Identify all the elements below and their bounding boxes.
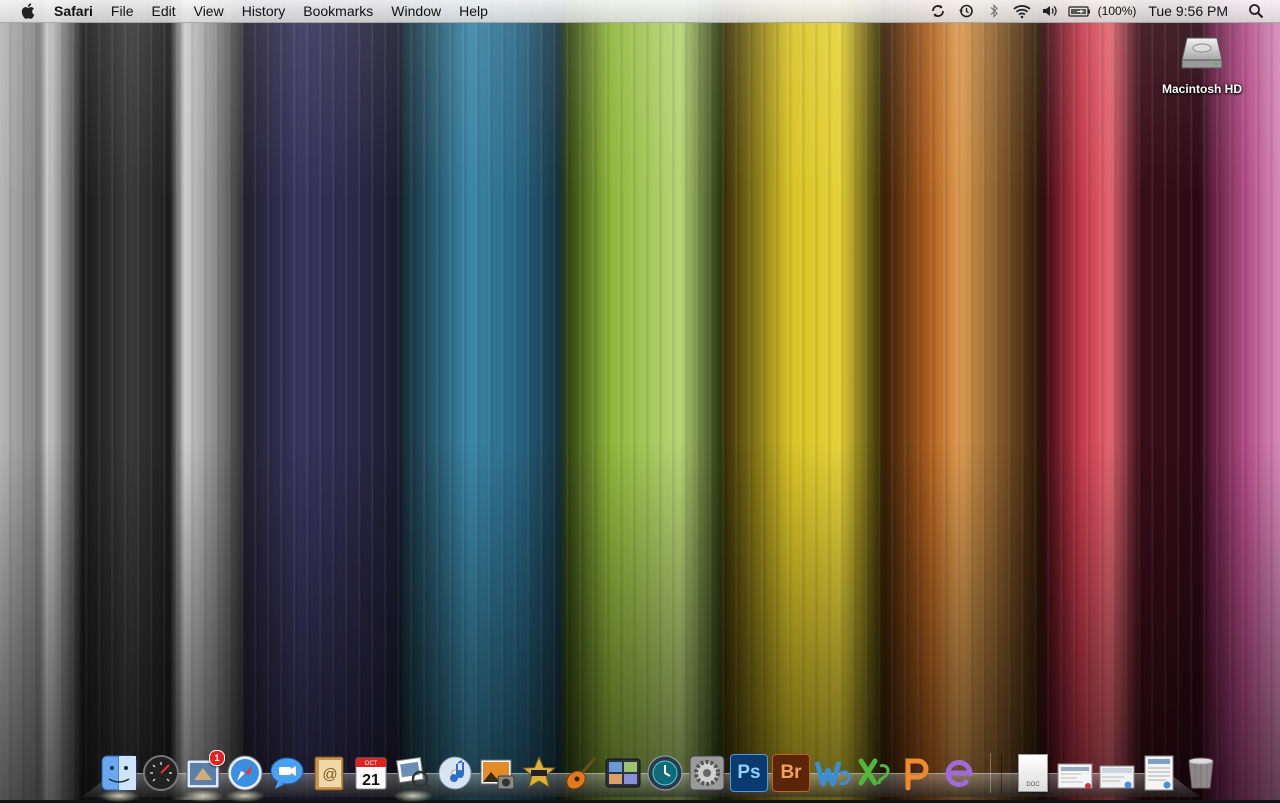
document-icon: DOC [1018,754,1048,792]
dashboard-icon [143,755,179,791]
dock-photoshop[interactable]: Ps [729,753,769,793]
wifi-icon[interactable] [1012,0,1032,22]
menu-edit[interactable]: Edit [142,0,184,22]
guitar-icon [566,757,597,790]
hard-drive-icon [1179,30,1225,76]
mail-unread-badge: 1 [209,750,225,766]
running-indicator [181,789,225,803]
word-w-icon [814,761,851,787]
running-indicator [97,789,141,803]
bluetooth-icon[interactable] [984,0,1004,22]
dock-stack-downloads[interactable] [1055,753,1095,793]
battery-percent: (100%) [1097,4,1137,18]
dock-ical[interactable]: OCT 21 [351,753,391,793]
dock-itunes[interactable] [435,753,475,793]
dock-imovie[interactable] [519,753,559,793]
downloads-stack-icon [1057,763,1093,789]
doc-label: DOC [1026,782,1040,788]
menu-window[interactable]: Window [382,0,450,22]
sync-icon[interactable] [928,0,948,22]
dock-stack-documents[interactable]: DOC [1013,753,1053,793]
iphoto-icon [480,759,515,790]
svg-text:@: @ [322,766,337,783]
menu-app-safari[interactable]: Safari [48,0,102,22]
battery-icon[interactable] [1068,0,1092,22]
desktop-icon-macintosh-hd[interactable]: Macintosh HD [1150,28,1254,96]
dock-excel[interactable] [855,753,895,793]
preview-icon [396,756,432,791]
dock-trash[interactable] [1181,753,1221,793]
itunes-icon [438,756,472,790]
menu-view[interactable]: View [185,0,233,22]
dock-safari[interactable] [223,753,267,803]
menu-bookmarks[interactable]: Bookmarks [294,0,382,22]
safari-compass-icon [227,755,263,791]
dock-spaces[interactable] [603,753,643,793]
menu-bar: Safari File Edit View History Bookmarks … [0,0,1280,23]
dock-system-preferences[interactable] [687,753,727,793]
calendar-day: 21 [362,772,380,789]
running-indicator [223,789,267,803]
dock-stack-applications[interactable] [1139,753,1179,793]
dock: 1 @ OCT 21 Ps Br DOC [97,745,1222,803]
dock-separator [990,753,1002,793]
dock-stack-pictures[interactable] [1097,753,1137,793]
apple-menu-icon[interactable] [18,0,40,22]
desktop-icon-label: Macintosh HD [1161,82,1242,96]
menu-help[interactable]: Help [450,0,497,22]
applications-stack-icon [1144,755,1174,791]
dock-entourage[interactable] [939,753,979,793]
address-book-icon: @ [314,756,344,791]
dock-finder[interactable] [97,753,141,803]
dock-preview[interactable] [391,753,435,803]
imovie-star-icon [521,755,557,789]
calendar-icon: OCT 21 [355,757,387,790]
bridge-icon: Br [772,754,810,792]
menu-file[interactable]: File [102,0,143,22]
dock-garageband[interactable] [561,753,601,793]
time-machine-icon[interactable] [956,0,976,22]
time-machine-clock-icon [647,755,683,791]
dock-address-book[interactable]: @ [309,753,349,793]
menu-history[interactable]: History [233,0,295,22]
entourage-e-icon [945,760,973,787]
spotlight-icon[interactable] [1246,0,1266,22]
calendar-month: OCT [365,761,378,767]
dock-mail[interactable]: 1 [181,750,225,803]
menu-extras: (100%) Tue 9:56 PM [924,0,1280,22]
powerpoint-p-icon [905,758,929,791]
ichat-bubble-icon [270,757,304,789]
menu-clock[interactable]: Tue 9:56 PM [1148,3,1228,19]
dock-word[interactable] [813,753,853,793]
volume-icon[interactable] [1040,0,1060,22]
dock-powerpoint[interactable] [897,753,937,793]
desktop-wallpaper [0,0,1280,800]
photoshop-icon: Ps [730,754,768,792]
dock-time-machine[interactable] [645,753,685,793]
gear-icon [689,755,725,791]
dock-bridge[interactable]: Br [771,753,811,793]
running-indicator [391,789,435,803]
excel-x-icon [858,758,890,786]
pictures-stack-icon [1099,765,1135,789]
finder-icon [101,755,137,791]
trash-icon [1188,757,1214,789]
dock-dashboard[interactable] [141,753,181,793]
spaces-icon [605,758,641,788]
dock-iphoto[interactable] [477,753,517,793]
dock-ichat[interactable] [267,753,307,793]
